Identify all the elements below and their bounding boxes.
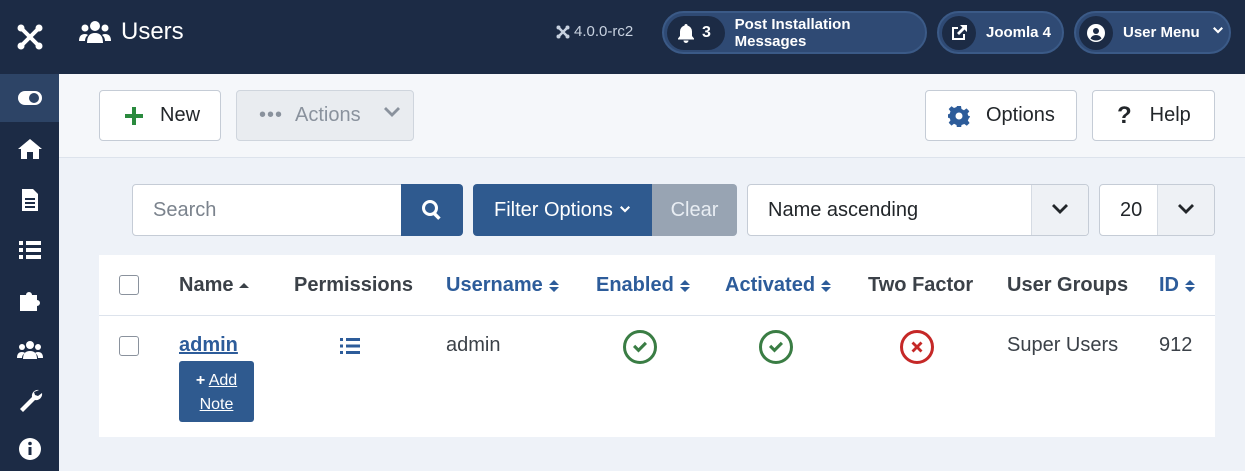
chevron-down-icon — [1031, 185, 1088, 235]
search-button[interactable] — [401, 184, 463, 236]
external-link-icon — [952, 24, 967, 40]
post-installation-messages-button[interactable]: 3 Post Installation Messages — [662, 11, 927, 54]
bell-icon — [678, 23, 694, 43]
add-note-line2: Note — [199, 396, 234, 413]
plus-icon: + — [195, 372, 206, 389]
column-header-id[interactable]: ID — [1159, 255, 1196, 316]
select-all-checkbox[interactable] — [119, 275, 139, 295]
joomla4-label: Joomla 4 — [986, 24, 1052, 41]
toolbar: New ••• Actions Options ? Help — [59, 74, 1245, 158]
column-header-permissions: Permissions — [294, 274, 413, 296]
sort-icon — [679, 279, 690, 292]
column-header-enabled[interactable]: Enabled — [596, 255, 691, 316]
column-header-activated[interactable]: Activated — [725, 255, 832, 316]
joomla-logo-icon[interactable] — [0, 0, 59, 74]
column-header-two-factor: Two Factor — [868, 274, 974, 296]
sort-icon — [821, 279, 832, 292]
help-button-label: Help — [1149, 104, 1191, 126]
joomla-small-icon — [556, 25, 570, 38]
add-note-button[interactable]: + Add Note — [179, 361, 254, 422]
home-icon[interactable] — [0, 125, 59, 173]
chevron-down-icon — [383, 104, 401, 128]
document-icon[interactable] — [0, 176, 59, 224]
user-groups-cell: Super Users — [1007, 334, 1119, 356]
user-menu-button[interactable]: User Menu — [1074, 11, 1231, 54]
options-button[interactable]: Options — [925, 90, 1077, 141]
column-header-user-groups: User Groups — [1007, 274, 1129, 296]
column-enabled-label: Enabled — [596, 274, 674, 296]
version-text: 4.0.0-rc2 — [574, 23, 634, 40]
sort-icon — [1185, 279, 1195, 292]
two-factor-x-icon — [900, 330, 934, 364]
username-cell: admin — [446, 334, 501, 356]
sort-icon — [548, 279, 559, 292]
new-button[interactable]: New — [99, 90, 221, 141]
filter-options-button[interactable]: Filter Options — [473, 184, 652, 236]
post-installation-label: Post Installation Messages — [734, 15, 851, 50]
gear-icon — [948, 105, 970, 127]
sort-select[interactable]: Name ascending — [747, 184, 1089, 236]
limit-select[interactable]: 20 — [1099, 184, 1215, 236]
enabled-check-icon[interactable] — [623, 330, 657, 364]
new-button-label: New — [160, 104, 201, 126]
list-icon[interactable] — [0, 226, 59, 274]
row-checkbox[interactable] — [119, 336, 139, 356]
sidebar — [0, 0, 59, 471]
users-icon[interactable] — [0, 326, 59, 374]
search-icon — [422, 200, 441, 220]
notification-count: 3 — [702, 23, 711, 41]
user-menu-label: User Menu — [1123, 24, 1200, 41]
user-name-link[interactable]: admin — [179, 334, 238, 357]
add-note-line1: Add — [208, 372, 238, 389]
search-input[interactable]: Search — [132, 184, 402, 236]
header: Users 4.0.0-rc2 3 Post Installation Mess… — [59, 0, 1245, 74]
joomla4-link-button[interactable]: Joomla 4 — [937, 11, 1064, 54]
toggle-menu-icon[interactable] — [0, 74, 59, 122]
permissions-list-icon[interactable] — [339, 335, 361, 362]
wrench-icon[interactable] — [0, 376, 59, 424]
help-button[interactable]: ? Help — [1092, 90, 1215, 141]
clear-button[interactable]: Clear — [652, 184, 737, 236]
column-username-label: Username — [446, 274, 543, 296]
table-header: Name Permissions Username Enabled Activa… — [99, 255, 1215, 316]
chevron-down-icon — [1157, 185, 1214, 235]
page-title: Users — [79, 17, 184, 47]
activated-check-icon[interactable] — [759, 330, 793, 364]
column-header-username[interactable]: Username — [446, 255, 560, 316]
notification-badge: 3 — [667, 15, 725, 50]
question-icon: ? — [1117, 101, 1132, 129]
sort-asc-icon — [239, 282, 250, 288]
version-label: 4.0.0-rc2 — [556, 23, 633, 40]
column-header-name[interactable]: Name — [179, 255, 250, 316]
column-activated-label: Activated — [725, 274, 816, 296]
user-circle-icon — [1087, 23, 1105, 42]
limit-select-value: 20 — [1120, 198, 1143, 221]
users-table: Name Permissions Username Enabled Activa… — [99, 255, 1215, 437]
actions-dropdown-button[interactable]: ••• Actions — [236, 90, 414, 141]
info-icon[interactable] — [0, 425, 59, 471]
column-id-label: ID — [1159, 274, 1179, 296]
puzzle-icon[interactable] — [0, 276, 59, 324]
filter-options-label: Filter Options — [494, 198, 613, 221]
chevron-down-icon — [619, 206, 630, 213]
id-cell: 912 — [1159, 334, 1193, 356]
page-title-text: Users — [121, 18, 184, 45]
chevron-down-icon — [1212, 24, 1224, 41]
external-link-icon-wrap — [942, 15, 976, 50]
user-avatar — [1079, 15, 1113, 50]
options-button-label: Options — [986, 104, 1055, 126]
ellipsis-icon: ••• — [259, 104, 284, 126]
sort-select-value: Name ascending — [768, 198, 919, 221]
plus-icon — [125, 106, 143, 125]
users-title-icon — [79, 21, 111, 43]
column-name-label: Name — [179, 274, 234, 296]
actions-button-label: Actions — [295, 104, 361, 126]
